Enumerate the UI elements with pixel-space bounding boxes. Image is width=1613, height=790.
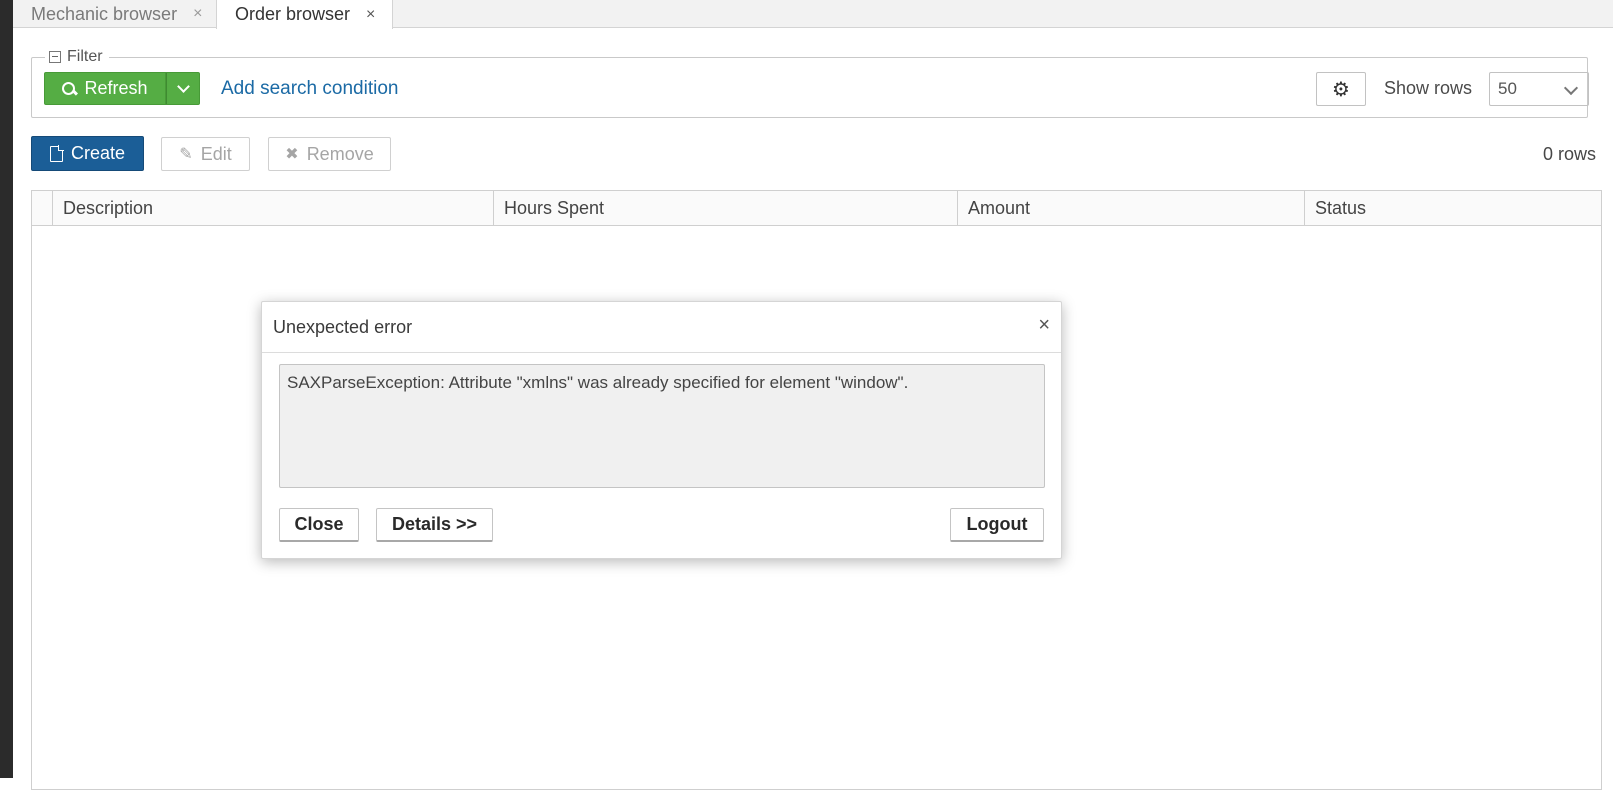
row-selector-header[interactable]	[32, 191, 52, 226]
column-header-description[interactable]: Description	[52, 191, 493, 226]
edit-label: Edit	[200, 143, 232, 164]
search-icon	[62, 81, 76, 96]
table-header: Description Hours Spent Amount Status	[32, 191, 1601, 226]
refresh-label: Refresh	[84, 78, 148, 98]
refresh-button[interactable]: Refresh	[44, 72, 166, 105]
show-rows-label: Show rows	[1384, 78, 1473, 98]
details-button[interactable]: Details >>	[376, 508, 493, 542]
tab-order-browser[interactable]: Order browser ×	[216, 0, 393, 29]
left-rail	[0, 0, 13, 778]
create-label: Create	[70, 143, 126, 163]
pencil-icon: ✎	[179, 146, 193, 163]
close-icon[interactable]: ×	[1038, 314, 1050, 337]
edit-button[interactable]: ✎ Edit	[161, 137, 250, 171]
error-dialog: Unexpected error × SAXParseException: At…	[261, 301, 1062, 559]
dialog-title: Unexpected error	[273, 317, 413, 337]
column-header-status[interactable]: Status	[1304, 191, 1601, 226]
tab-label: Order browser	[235, 4, 351, 24]
tab-label: Mechanic browser	[31, 3, 178, 24]
dialog-divider	[262, 352, 1061, 353]
settings-button[interactable]: ⚙	[1316, 72, 1366, 106]
create-button[interactable]: Create	[31, 136, 144, 171]
filter-legend[interactable]: Filter	[45, 47, 109, 67]
document-icon	[49, 144, 64, 162]
chevron-down-icon	[176, 79, 190, 93]
chevron-down-icon	[1563, 80, 1579, 96]
tab-close-icon[interactable]: ×	[366, 6, 375, 24]
tab-mechanic-browser[interactable]: Mechanic browser ×	[13, 0, 216, 28]
close-button[interactable]: Close	[279, 508, 359, 542]
gear-icon: ⚙	[1332, 78, 1350, 101]
tab-close-icon[interactable]: ×	[193, 5, 202, 23]
column-header-hours-spent[interactable]: Hours Spent	[493, 191, 957, 226]
show-rows-select[interactable]: 50	[1489, 72, 1589, 106]
remove-label: Remove	[306, 143, 374, 164]
error-message[interactable]: SAXParseException: Attribute "xmlns" was…	[279, 364, 1045, 488]
collapse-icon[interactable]	[49, 51, 61, 63]
show-rows-value: 50	[1498, 79, 1517, 98]
tab-bar: Mechanic browser × Order browser ×	[13, 0, 1613, 29]
logout-button[interactable]: Logout	[950, 508, 1044, 542]
column-header-amount[interactable]: Amount	[957, 191, 1304, 226]
filter-legend-label: Filter	[67, 48, 103, 65]
row-count: 0 rows	[1542, 144, 1596, 164]
remove-button[interactable]: ✖ Remove	[268, 137, 391, 171]
refresh-dropdown-button[interactable]	[166, 72, 200, 105]
add-search-condition-link[interactable]: Add search condition	[221, 78, 398, 100]
x-icon: ✖	[285, 146, 299, 163]
